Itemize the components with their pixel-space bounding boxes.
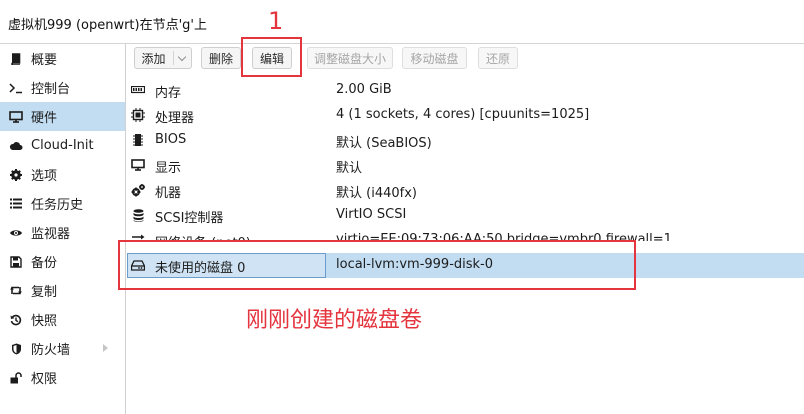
sidebar-item-options[interactable]: 选项 [0,160,125,189]
hardware-value: 默认 (i440fx) [336,186,417,201]
resize-disk-button[interactable]: 调整磁盘大小 [307,47,393,69]
sidebar-item-label: Cloud-Init [31,138,94,153]
chevron-down-icon [177,52,186,61]
annotation-disk-highlight [118,240,636,290]
annotation-edit-highlight [241,37,302,77]
sidebar-item-label: 选项 [31,169,58,184]
desktop-icon [131,158,145,172]
floppy-icon [9,255,23,268]
sidebar-item-label: 监视器 [31,227,71,242]
monitor-icon [9,110,23,123]
retweet-icon [9,285,23,296]
sidebar-item-label: 快照 [31,314,58,329]
sidebar-item-label: 复制 [31,285,58,300]
hardware-row-machine[interactable]: 机器 默认 (i440fx) [127,178,804,203]
history-icon [9,314,23,326]
sidebar-item-label: 权限 [31,372,58,387]
hardware-key: 显示 [155,161,182,176]
sidebar: 概要 控制台 硬件 Cloud-Init 选项 任务历史 监视器 备份 复制 快… [0,44,126,414]
sidebar-item-firewall[interactable]: 防火墙 [0,334,125,363]
cogs-icon [131,183,145,197]
cpu-icon [131,108,145,122]
hardware-toolbar: 添加 删除 编辑 调整磁盘大小 移动磁盘 还原 [127,44,804,74]
terminal-icon [9,82,23,94]
shield-icon [9,343,23,355]
sidebar-item-label: 备份 [31,256,58,271]
sidebar-item-hardware[interactable]: 硬件 [0,102,125,131]
hardware-key: SCSI控制器 [155,211,224,226]
list-icon [9,198,23,209]
sidebar-item-cloud-init[interactable]: Cloud-Init [0,131,125,160]
hardware-value: 4 (1 sockets, 4 cores) [cpuunits=1025] [336,107,590,122]
microchip-icon [131,133,145,147]
sidebar-item-monitor[interactable]: 监视器 [0,218,125,247]
sidebar-item-task-history[interactable]: 任务历史 [0,189,125,218]
hardware-key: 内存 [155,86,182,101]
sidebar-item-label: 任务历史 [31,198,84,213]
sidebar-item-label: 硬件 [31,111,58,126]
sidebar-item-label: 控制台 [31,82,71,97]
cloud-icon [9,140,23,151]
window-title-bar: 虚拟机999 (openwrt)在节点'g'上 [0,0,804,44]
sidebar-item-label: 防火墙 [31,343,71,358]
hardware-row-processor[interactable]: 处理器 4 (1 sockets, 4 cores) [cpuunits=102… [127,103,804,128]
sidebar-item-backup[interactable]: 备份 [0,247,125,276]
move-disk-button[interactable]: 移动磁盘 [402,47,467,69]
add-button[interactable]: 添加 [134,47,192,69]
hardware-value: 默认 (SeaBIOS) [336,136,432,151]
hardware-key: BIOS [155,132,187,147]
unlock-icon [9,371,23,384]
hardware-row-scsi-controller[interactable]: SCSI控制器 VirtIO SCSI [127,203,804,228]
add-button-label: 添加 [141,51,166,66]
revert-button[interactable]: 还原 [478,47,518,69]
window-title: 虚拟机999 (openwrt)在节点'g'上 [8,18,208,33]
chevron-right-icon [103,344,108,352]
book-icon [9,52,23,65]
sidebar-item-permissions[interactable]: 权限 [0,363,125,392]
annotation-note: 刚刚创建的磁盘卷 [246,308,423,333]
annotation-step-number: 1 [268,7,284,35]
sidebar-item-label: 概要 [31,53,58,68]
memory-icon [131,83,145,97]
hardware-key: 机器 [155,186,182,201]
hardware-value: 2.00 GiB [336,82,392,97]
sidebar-item-console[interactable]: 控制台 [0,73,125,102]
database-icon [131,208,145,222]
hardware-row-bios[interactable]: BIOS 默认 (SeaBIOS) [127,128,804,153]
hardware-key: 处理器 [155,111,195,126]
hardware-row-display[interactable]: 显示 默认 [127,153,804,178]
sidebar-item-snapshots[interactable]: 快照 [0,305,125,334]
eye-icon [9,228,23,238]
split-divider [172,51,174,65]
gear-icon [9,168,23,181]
sidebar-item-replication[interactable]: 复制 [0,276,125,305]
hardware-value: VirtIO SCSI [336,207,407,222]
hardware-value: 默认 [336,161,363,176]
sidebar-item-summary[interactable]: 概要 [0,44,125,73]
delete-button[interactable]: 删除 [201,47,241,69]
hardware-row-memory[interactable]: 内存 2.00 GiB [127,78,804,103]
